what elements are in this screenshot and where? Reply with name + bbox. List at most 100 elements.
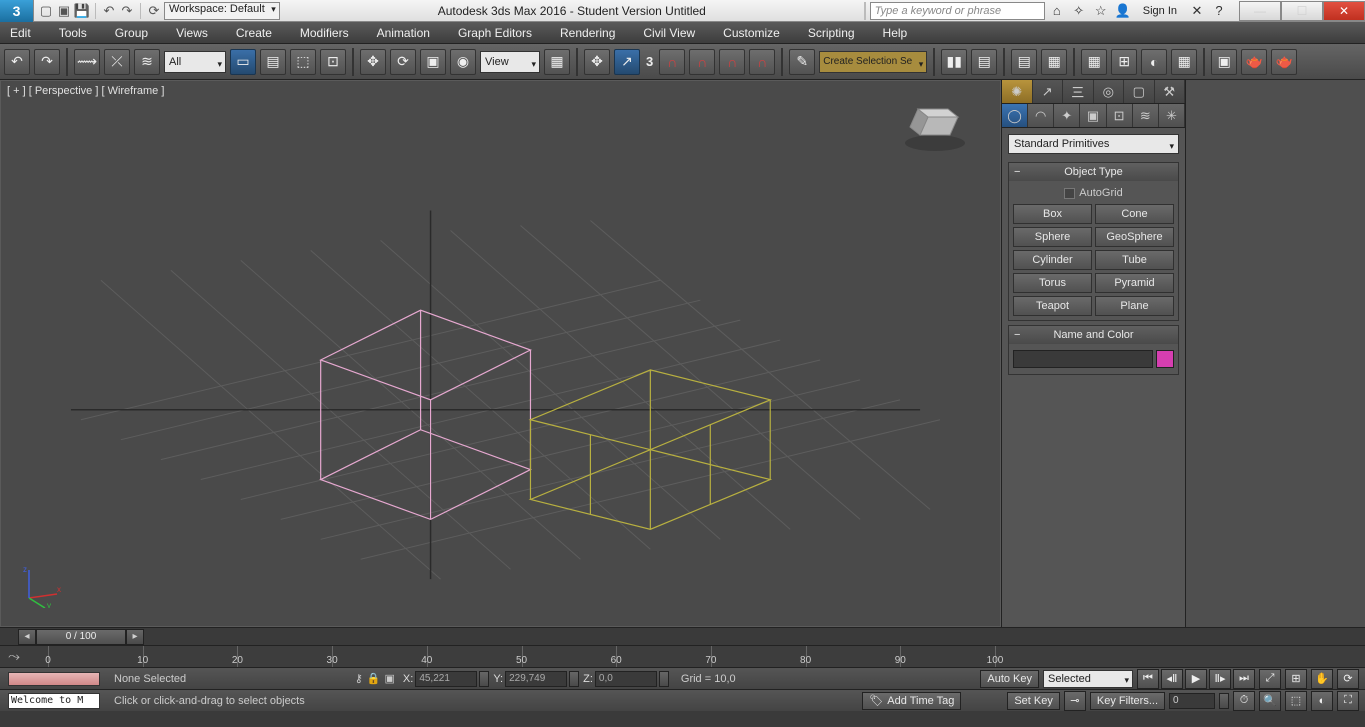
object-tube-button[interactable]: Tube <box>1095 250 1174 270</box>
link-icon[interactable]: ⟳ <box>146 3 162 19</box>
schematic-view-button[interactable]: ⊞ <box>1111 49 1137 75</box>
category-dropdown[interactable]: Standard Primitives <box>1008 134 1179 154</box>
subtab-spacewarps[interactable]: ≋ <box>1133 104 1159 127</box>
maxscript-listener[interactable]: Welcome to M <box>8 693 100 709</box>
layers-button[interactable]: ▤ <box>1011 49 1037 75</box>
lock-selection-icon[interactable]: 🔒 <box>367 672 381 685</box>
angle-snap-button[interactable]: ∩ <box>689 49 715 75</box>
app-menu-button[interactable]: 3 <box>0 0 34 22</box>
search-input[interactable]: Type a keyword or phrase <box>870 2 1045 20</box>
help-icon[interactable]: ? <box>1211 3 1227 19</box>
object-cone-button[interactable]: Cone <box>1095 204 1174 224</box>
ref-coord-button[interactable]: ◉ <box>450 49 476 75</box>
goto-start-button[interactable]: ⏮ <box>1137 669 1159 689</box>
render-frame-button[interactable]: ▣ <box>1211 49 1237 75</box>
keymode-dropdown[interactable]: Selected <box>1043 670 1133 688</box>
object-name-input[interactable] <box>1013 350 1153 368</box>
object-pyramid-button[interactable]: Pyramid <box>1095 273 1174 293</box>
subtab-systems[interactable]: ✳ <box>1159 104 1185 127</box>
workspace-dropdown[interactable]: Workspace: Default <box>164 2 280 20</box>
named-selection-dropdown[interactable]: Create Selection Se <box>819 51 927 73</box>
bind-spacewarp-button[interactable]: ≋ <box>134 49 160 75</box>
rollout-header-object-type[interactable]: −Object Type <box>1009 163 1178 181</box>
menu-edit[interactable]: Edit <box>10 26 31 40</box>
render-setup-button[interactable]: ▦ <box>1171 49 1197 75</box>
coord-x-field[interactable]: 45,221 <box>415 671 477 687</box>
tab-create[interactable]: ✺ <box>1002 80 1033 103</box>
fov-button[interactable]: ◐ <box>1311 691 1333 711</box>
next-key-button[interactable]: Ⅱ▸ <box>1209 669 1231 689</box>
prev-frame-button[interactable]: ◂ <box>18 629 36 645</box>
next-frame-button[interactable]: ▸ <box>126 629 144 645</box>
menu-rendering[interactable]: Rendering <box>560 26 615 40</box>
window-crossing-button[interactable]: ⊡ <box>320 49 346 75</box>
object-teapot-button[interactable]: Teapot <box>1013 296 1092 316</box>
object-color-swatch[interactable] <box>1156 350 1174 368</box>
coord-z-field[interactable]: 0,0 <box>595 671 657 687</box>
key-icon-button[interactable]: ⊸ <box>1064 691 1086 711</box>
render-iter-button[interactable]: 🫖 <box>1271 49 1297 75</box>
reference-coord-dropdown[interactable]: View <box>480 51 540 73</box>
open-icon[interactable]: ▣ <box>56 3 72 19</box>
material-editor-button[interactable]: ◐ <box>1141 49 1167 75</box>
menu-scripting[interactable]: Scripting <box>808 26 855 40</box>
curve-editor-button[interactable]: ▦ <box>1081 49 1107 75</box>
object-cylinder-button[interactable]: Cylinder <box>1013 250 1092 270</box>
use-pivot-center-button[interactable]: ▦ <box>544 49 570 75</box>
menu-civil-view[interactable]: Civil View <box>643 26 695 40</box>
current-frame-field[interactable]: 0 <box>1169 693 1215 709</box>
autokey-button[interactable]: Auto Key <box>980 670 1039 688</box>
render-prod-button[interactable]: 🫖 <box>1241 49 1267 75</box>
signin-link[interactable]: Sign In <box>1137 5 1183 17</box>
spinner-snap-button[interactable]: ∩ <box>749 49 775 75</box>
curve-editor-icon[interactable]: ⤳ <box>8 648 20 665</box>
autogrid-checkbox[interactable]: AutoGrid <box>1013 185 1174 204</box>
object-box-button[interactable]: Box <box>1013 204 1092 224</box>
menu-tools[interactable]: Tools <box>59 26 87 40</box>
rollout-header-name-color[interactable]: −Name and Color <box>1009 326 1178 344</box>
viewport-perspective[interactable]: [ + ] [ Perspective ] [ Wireframe ] <box>0 80 1001 627</box>
redo-icon[interactable]: ↷ <box>119 3 135 19</box>
zoom-extents-button[interactable]: ⤢ <box>1259 669 1281 689</box>
add-time-tag-button[interactable]: 🏷Add Time Tag <box>862 692 961 710</box>
scale-button[interactable]: ▣ <box>420 49 446 75</box>
prev-key-button[interactable]: ◂Ⅱ <box>1161 669 1183 689</box>
user-icon[interactable]: 👤 <box>1115 3 1131 19</box>
zoom-region-button[interactable]: ⬚ <box>1285 691 1307 711</box>
trackbar[interactable]: ⤳ 0102030405060708090100 <box>0 645 1365 667</box>
snap-toggle-button[interactable]: ∩ <box>659 49 685 75</box>
menu-views[interactable]: Views <box>176 26 208 40</box>
new-icon[interactable]: ▢ <box>38 3 54 19</box>
subtab-cameras[interactable]: ▣ <box>1080 104 1106 127</box>
link-button[interactable]: ⟿ <box>74 49 100 75</box>
select-by-name-button[interactable]: ▤ <box>260 49 286 75</box>
menu-help[interactable]: Help <box>883 26 908 40</box>
setkey-button[interactable]: Set Key <box>1007 692 1060 710</box>
star2-icon[interactable]: ☆ <box>1093 3 1109 19</box>
max-viewport-button[interactable]: ⛶ <box>1337 691 1359 711</box>
undo-icon[interactable]: ↶ <box>101 3 117 19</box>
layer-explorer-button[interactable]: ▦ <box>1041 49 1067 75</box>
subtab-shapes[interactable]: ◠ <box>1028 104 1054 127</box>
menu-create[interactable]: Create <box>236 26 272 40</box>
select-object-button[interactable]: ▭ <box>230 49 256 75</box>
maximize-button[interactable]: ☐ <box>1281 1 1323 21</box>
tab-display[interactable]: ▢ <box>1124 80 1155 103</box>
object-torus-button[interactable]: Torus <box>1013 273 1092 293</box>
exchange-icon[interactable]: ⌂ <box>1049 3 1065 19</box>
subtab-helpers[interactable]: ⊡ <box>1107 104 1133 127</box>
coord-x-spinner[interactable] <box>479 671 489 687</box>
key-filters-button[interactable]: Key Filters... <box>1090 692 1165 710</box>
menu-animation[interactable]: Animation <box>377 26 430 40</box>
object-plane-button[interactable]: Plane <box>1095 296 1174 316</box>
tab-utilities[interactable]: ⚒ <box>1155 80 1186 103</box>
viewcube[interactable] <box>900 95 970 155</box>
coord-y-field[interactable]: 229,749 <box>505 671 567 687</box>
rotate-button[interactable]: ⟳ <box>390 49 416 75</box>
zoom-all-button[interactable]: ⊞ <box>1285 669 1307 689</box>
goto-end-button[interactable]: ⏭ <box>1233 669 1255 689</box>
tab-motion[interactable]: ◎ <box>1094 80 1125 103</box>
coord-y-spinner[interactable] <box>569 671 579 687</box>
manipulate-button[interactable]: ✥ <box>584 49 610 75</box>
subtab-geometry[interactable]: ◯ <box>1002 104 1028 127</box>
